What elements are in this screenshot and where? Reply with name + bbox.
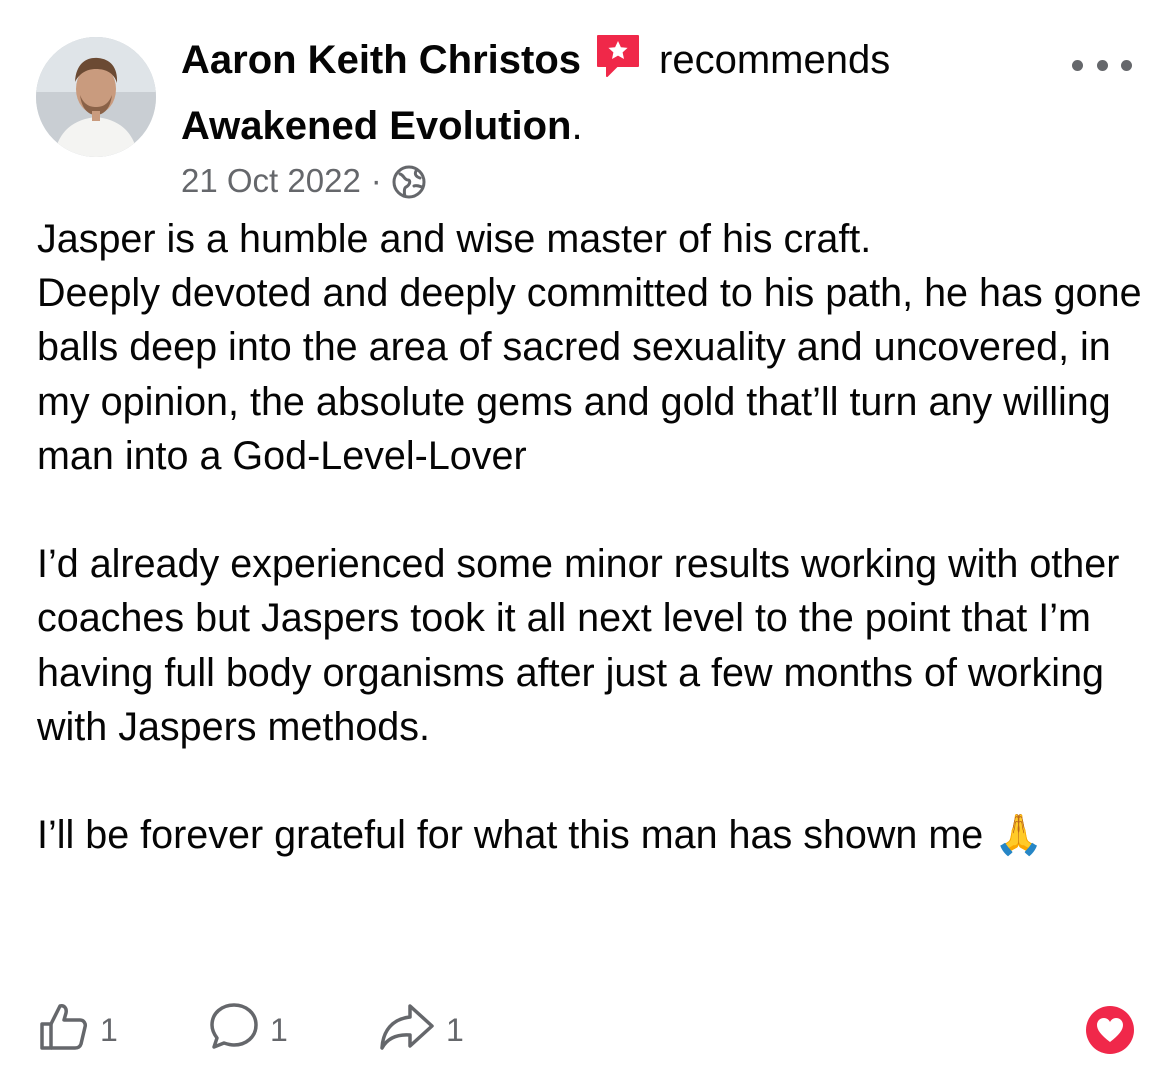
comment-button[interactable]: 1 — [208, 1000, 288, 1060]
page-name-period: . — [571, 104, 583, 148]
comment-bubble-icon — [208, 1000, 260, 1060]
post-header: Aaron Keith Christos recommends Awakened… — [181, 30, 1041, 213]
author-name[interactable]: Aaron Keith Christos — [181, 38, 581, 82]
post-footer: 1 1 1 — [38, 1000, 1138, 1060]
recommend-star-icon — [595, 33, 641, 96]
share-arrow-icon — [378, 1000, 436, 1060]
recommends-text: recommends — [659, 38, 891, 82]
like-count: 1 — [100, 1011, 118, 1048]
avatar-photo — [36, 37, 156, 157]
thumbs-up-icon — [38, 1000, 90, 1060]
post-meta: 21 Oct 2022 · — [181, 156, 1041, 213]
globe-icon — [392, 163, 426, 213]
page-name[interactable]: Awakened Evolution — [181, 104, 571, 148]
more-dot — [1072, 59, 1083, 71]
meta-separator: · — [370, 162, 382, 199]
love-reaction-icon[interactable] — [1086, 1006, 1134, 1054]
like-button[interactable]: 1 — [38, 1000, 118, 1060]
more-dot — [1121, 59, 1132, 71]
post-title-line: Aaron Keith Christos recommends — [181, 30, 1041, 96]
share-count: 1 — [446, 1011, 464, 1048]
post-date[interactable]: 21 Oct 2022 — [181, 162, 361, 199]
comment-count: 1 — [270, 1011, 288, 1048]
post-body: Jasper is a humble and wise master of hi… — [37, 217, 1142, 858]
more-options-icon[interactable] — [1072, 48, 1132, 82]
more-dot — [1096, 59, 1108, 71]
author-avatar[interactable] — [36, 37, 156, 157]
share-button[interactable]: 1 — [378, 1000, 464, 1060]
page-name-line: Awakened Evolution. — [181, 96, 1041, 156]
